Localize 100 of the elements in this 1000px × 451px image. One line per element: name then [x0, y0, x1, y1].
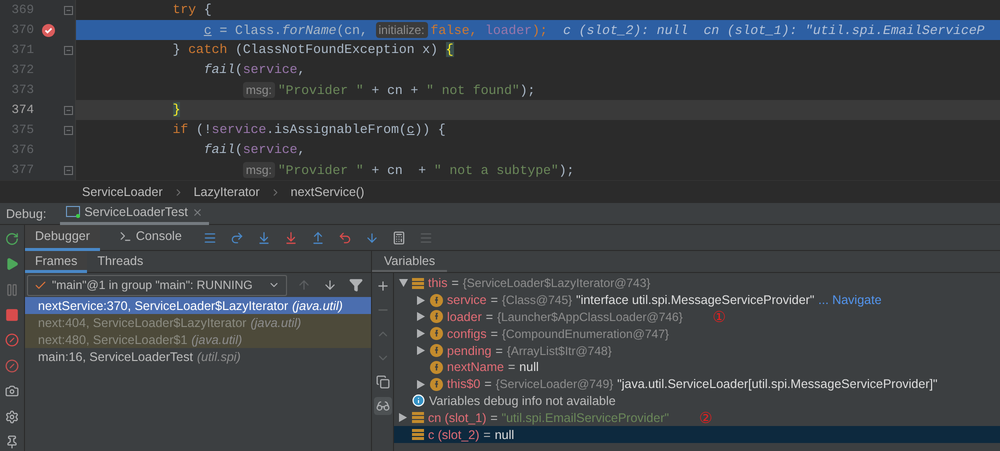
variable-name: nextName: [447, 360, 504, 374]
fold-marker-icon[interactable]: [64, 126, 72, 134]
collapse-arrow-icon[interactable]: [398, 279, 408, 288]
debugger-tab[interactable]: Debugger: [25, 224, 100, 250]
equals-sign: =: [484, 377, 492, 392]
object-reference: {ServiceLoader@749}: [496, 377, 614, 392]
code-line: c = Class.forName(cn, initialize: false, loader); c (slot_2): null cn (slot_1): "util.spi.EmailServiceP: [202, 20, 984, 40]
code-line: msg: "Provider " + cn + " not found");: [79, 80, 536, 100]
field-icon: [430, 294, 443, 307]
equals-sign: =: [496, 344, 503, 358]
equals-sign: =: [451, 276, 459, 290]
stop-icon[interactable]: [3, 306, 21, 324]
package-text: (java.util): [250, 316, 302, 330]
object-reference: {ArrayList$Itr@748}: [506, 344, 612, 358]
package-text: (java.util): [191, 332, 242, 346]
variable-row[interactable]: configs = {CompoundEnumeration@747}: [394, 325, 1000, 342]
callout-number: ②: [698, 408, 712, 427]
field-icon: [430, 378, 443, 391]
field-icon: [430, 327, 443, 340]
variable-row[interactable]: loader = {Launcher$AppClassLoader@746} ①: [394, 308, 1000, 326]
fold-marker-icon[interactable]: [64, 166, 72, 174]
package-text: (util.spi): [196, 350, 241, 364]
variable-name: pending: [447, 344, 492, 358]
equals-sign: =: [490, 410, 498, 425]
info-text: Variables debug info not available: [429, 394, 616, 408]
fold-marker-icon[interactable]: [64, 106, 72, 114]
expand-arrow-icon[interactable]: [417, 346, 425, 356]
expand-arrow-icon[interactable]: [399, 413, 407, 422]
code-line: fail(service,: [202, 141, 306, 159]
variable-row[interactable]: this = {ServiceLoader$LazyIterator@743}: [394, 275, 1000, 292]
list-icon: [412, 429, 424, 440]
object-reference: {Class@745}: [502, 293, 572, 308]
equals-sign: =: [508, 360, 516, 374]
rerun-icon[interactable]: [3, 230, 21, 248]
thread-dropdown[interactable]: "main"@1 in group "main": RUNNING: [27, 274, 287, 296]
code-line: msg: "Provider " + cn + " not a subtype");: [79, 160, 574, 180]
frame-text: next:404, ServiceLoader$LazyIterator: [38, 316, 246, 330]
object-reference: {Launcher$AppClassLoader@746}: [497, 310, 683, 324]
equals-sign: =: [486, 310, 494, 324]
frame-text: nextService:370, ServiceLoader$LazyIterator: [38, 298, 288, 312]
equals-sign: =: [490, 326, 498, 341]
navigate-link[interactable]: ... Navigate: [818, 293, 882, 308]
check-icon: [34, 278, 47, 292]
debugger-tab[interactable]: Console: [108, 224, 192, 250]
info-row[interactable]: Variables debug info not available: [394, 392, 1000, 410]
variables-tab[interactable]: Variables: [372, 251, 448, 272]
fold-marker-icon[interactable]: [64, 6, 72, 14]
variable-value: "util.spi.EmailServiceProvider": [502, 410, 669, 425]
expand-arrow-icon[interactable]: [417, 312, 425, 322]
variable-name: c (slot_2): [428, 428, 480, 442]
object-reference: {ServiceLoader$LazyIterator@743}: [462, 276, 650, 290]
breakpoint-icon[interactable]: [40, 22, 56, 38]
list-icon: [412, 412, 424, 424]
field-icon: [430, 344, 443, 358]
info-icon: [412, 394, 425, 408]
variable-row[interactable]: nextName = null: [394, 358, 1000, 376]
line-number: 374: [10, 103, 34, 117]
debug-label: Debug:: [6, 206, 46, 220]
list-icon: [412, 278, 424, 289]
frames-tab[interactable]: Threads: [87, 251, 154, 273]
window-icon: [66, 206, 80, 218]
variable-name: this: [428, 276, 448, 290]
variable-row[interactable]: cn (slot_1) = "util.spi.EmailServiceProvider" ②: [394, 409, 1000, 426]
variable-value: null: [519, 360, 539, 374]
breadcrumb[interactable]: ServiceLoader: [82, 185, 163, 199]
code-line: } catch (ClassNotFoundException x) {: [172, 41, 454, 59]
variable-row[interactable]: c (slot_2) = null: [394, 426, 1000, 443]
variable-row[interactable]: service = {Class@745} "interface util.spi.MessageServiceProvider" ... Navigate: [394, 292, 1000, 309]
variable-value: "java.util.ServiceLoader[util.spi.MessageServiceProvider]": [617, 377, 938, 392]
frame-row[interactable]: main:16, ServiceLoaderTest (util.spi): [25, 348, 371, 365]
frames-tab[interactable]: Frames: [25, 251, 88, 273]
code-line: if (!service.isAssignableFrom(c)) {: [172, 121, 446, 139]
expand-arrow-icon[interactable]: [417, 380, 425, 389]
variable-value: "interface util.spi.MessageServiceProvider": [576, 293, 814, 308]
breadcrumb[interactable]: nextService(): [290, 185, 364, 199]
equals-sign: =: [490, 293, 498, 308]
copy-icon[interactable]: [374, 373, 392, 391]
fold-marker-icon[interactable]: [64, 46, 72, 54]
expand-arrow-icon[interactable]: [417, 329, 425, 338]
filter-icon[interactable]: [347, 276, 365, 294]
frame-row[interactable]: nextService:370, ServiceLoader$LazyIterator (java.util): [25, 297, 371, 314]
variable-name: this$0: [447, 377, 480, 392]
variable-name: loader: [447, 310, 482, 324]
expand-arrow-icon[interactable]: [417, 296, 425, 305]
code-line: try {: [172, 1, 212, 19]
breadcrumb[interactable]: LazyIterator: [194, 185, 260, 199]
field-icon: [430, 360, 443, 374]
variable-value: null: [494, 428, 514, 442]
close-icon[interactable]: [192, 206, 203, 218]
variable-name: service: [447, 293, 487, 308]
settings-icon[interactable]: [3, 408, 21, 426]
object-reference: {CompoundEnumeration@747}: [502, 326, 669, 341]
frame-text: main:16, ServiceLoaderTest: [38, 350, 193, 364]
variable-row[interactable]: this$0 = {ServiceLoader@749} "java.util.ServiceLoader[util.spi.MessageServiceProvider]": [394, 376, 1000, 393]
frame-text: next:480, ServiceLoader$1: [38, 332, 188, 346]
code-line: fail(service,: [202, 61, 306, 79]
variable-row[interactable]: pending = {ArrayList$Itr@748}: [394, 342, 1000, 359]
field-icon: [430, 310, 443, 324]
variable-name: configs: [447, 326, 487, 341]
equals-sign: =: [483, 428, 491, 442]
